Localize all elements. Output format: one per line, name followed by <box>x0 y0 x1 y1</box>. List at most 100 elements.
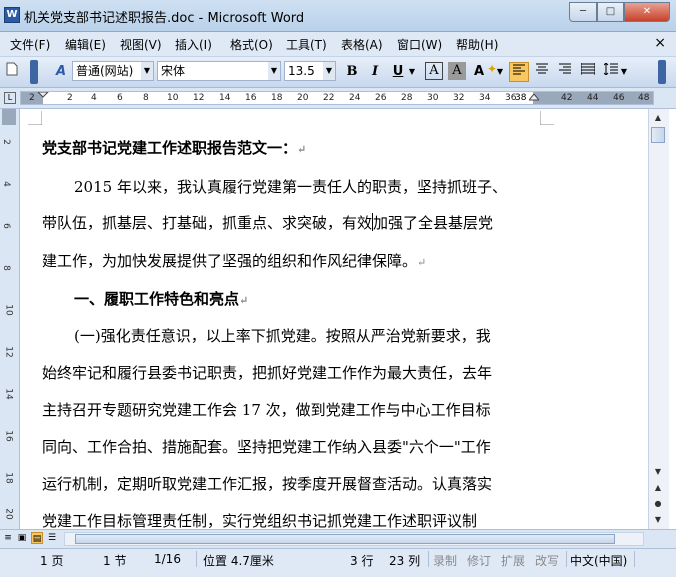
menu-tools[interactable]: 工具(T) <box>286 36 327 53</box>
ruler-number: 2 <box>67 93 73 103</box>
vruler-number: 4 <box>0 181 11 187</box>
bold-button[interactable]: B <box>343 62 361 82</box>
body-paragraph[interactable]: 主持召开专题研究党建工作会 17 次，做到党建工作与中心工作目标 <box>42 399 532 420</box>
ruler-number: 30 <box>427 93 439 103</box>
section-heading[interactable]: 一、履职工作特色和亮点↵ <box>74 288 564 309</box>
underline-dropdown[interactable]: ▼ <box>407 62 417 82</box>
toolbar-options-button[interactable] <box>658 60 666 84</box>
italic-button[interactable]: I <box>366 62 384 82</box>
body-paragraph[interactable]: 运行机制，定期听取党建工作汇报，按季度开展督查活动。认真落实 <box>42 473 532 494</box>
status-language[interactable]: 中文(中国) <box>570 552 627 569</box>
status-separator <box>428 551 429 567</box>
chevron-down-icon[interactable]: ▼ <box>323 62 335 80</box>
vruler-number: 6 <box>0 223 11 229</box>
horizontal-scroll-thumb[interactable] <box>75 534 615 544</box>
text-effect-dropdown[interactable]: ▼ <box>496 62 504 82</box>
status-overtype[interactable]: 改写 <box>535 552 559 569</box>
vruler-number: 8 <box>0 265 11 271</box>
vruler-number: 20 <box>3 508 14 520</box>
font-select[interactable]: 宋体 ▼ <box>157 61 281 81</box>
document-close-button[interactable]: × <box>654 35 666 51</box>
maximize-button[interactable]: □ <box>597 2 624 22</box>
status-line: 3 行 <box>350 554 374 568</box>
window-controls: ─ □ ✕ <box>569 2 670 22</box>
menu-file[interactable]: 文件(F) <box>10 36 50 53</box>
menu-view[interactable]: 视图(V) <box>120 36 162 53</box>
menu-bar: 文件(F) 编辑(E) 视图(V) 插入(I) 格式(O) 工具(T) 表格(A… <box>0 32 676 57</box>
text-effect-button[interactable]: A <box>470 62 488 82</box>
body-paragraph[interactable]: 同向、工作合拍、措施配套。坚持把党建工作纳入县委"六个一"工作 <box>42 436 532 457</box>
line-spacing-button[interactable] <box>601 62 621 82</box>
chevron-down-icon[interactable]: ▼ <box>141 62 153 80</box>
body-paragraph[interactable]: (一)强化责任意识，以上率下抓党建。按照从严治党新要求，我 <box>74 325 564 346</box>
character-border-button[interactable]: A <box>425 62 443 80</box>
print-layout-button[interactable]: ▤ <box>31 532 43 544</box>
paragraph-text: 一、履职工作特色和亮点 <box>74 290 240 308</box>
ruler-number: 10 <box>167 93 179 103</box>
new-document-button[interactable] <box>4 62 20 82</box>
menu-window[interactable]: 窗口(W) <box>397 36 442 53</box>
vertical-ruler[interactable]: 2 4 6 8 10 12 14 16 18 20 <box>0 109 20 529</box>
body-paragraph[interactable]: 带队伍，抓基层、打基础，抓重点、求突破，有效加强了全县基层党 <box>42 212 532 233</box>
horizontal-scrollbar[interactable] <box>64 532 644 546</box>
character-shading-button[interactable]: A <box>448 62 466 80</box>
body-paragraph[interactable]: 2015 年以来，我认真履行党建第一责任人的职责，坚持抓班子、 <box>74 176 564 197</box>
outline-view-button[interactable]: ☰ <box>46 532 58 544</box>
minimize-button[interactable]: ─ <box>569 2 597 22</box>
browse-object-button[interactable]: ● <box>651 497 665 511</box>
style-select[interactable]: 普通(网站) ▼ <box>72 61 154 81</box>
styles-pane-button[interactable]: A <box>52 62 70 82</box>
font-size-select[interactable]: 13.5 ▼ <box>284 61 336 81</box>
paragraph-mark: ↵ <box>239 294 249 307</box>
first-line-indent-marker[interactable] <box>37 92 49 104</box>
document-icon <box>6 62 18 76</box>
chevron-down-icon[interactable]: ▼ <box>268 62 280 80</box>
close-button[interactable]: ✕ <box>624 2 670 22</box>
menu-insert[interactable]: 插入(I) <box>175 36 212 53</box>
menu-edit[interactable]: 编辑(E) <box>65 36 106 53</box>
ruler-number: 2 <box>29 93 35 103</box>
align-center-icon <box>536 63 548 74</box>
tab-selector-button[interactable]: L <box>4 92 16 104</box>
align-left-button[interactable] <box>509 62 529 82</box>
body-paragraph[interactable]: 党建工作目标管理责任制，实行党组织书记抓党建工作述职评议制 <box>42 510 532 529</box>
doc-title-paragraph[interactable]: 党支部书记党建工作述职报告范文一：↵ <box>42 137 532 158</box>
scroll-up-button[interactable]: ▲ <box>651 111 665 125</box>
horizontal-ruler[interactable]: 2 2 4 6 8 10 12 14 16 18 20 22 24 26 28 … <box>20 91 654 105</box>
scroll-down-button[interactable]: ▼ <box>651 465 665 479</box>
paragraph-text: 主持召开专题研究党建工作会 17 次，做到党建工作与中心工作目标 <box>42 401 491 419</box>
toolbar-grip-left[interactable] <box>30 60 38 84</box>
underline-button[interactable]: U <box>389 62 407 82</box>
word-app-icon[interactable]: W <box>4 7 20 23</box>
document-page[interactable]: 党支部书记党建工作述职报告范文一：↵ 2015 年以来，我认真履行党建第一责任人… <box>20 109 647 529</box>
vruler-number: 10 <box>3 304 14 316</box>
align-right-button[interactable] <box>555 62 575 82</box>
vruler-number: 2 <box>0 139 11 145</box>
vertical-scroll-thumb[interactable] <box>651 127 665 143</box>
web-layout-button[interactable]: ▣ <box>16 532 28 544</box>
double-arrow-down-icon: ▼ <box>654 515 662 524</box>
menu-help[interactable]: 帮助(H) <box>456 36 498 53</box>
status-page-of: 1/16 <box>154 552 181 566</box>
status-record[interactable]: 录制 <box>433 552 457 569</box>
status-position: 位置 4.7厘米 <box>203 554 274 568</box>
ruler-number: 28 <box>401 93 413 103</box>
right-indent-marker[interactable] <box>529 94 539 104</box>
distributed-align-button[interactable] <box>578 62 598 82</box>
status-extend[interactable]: 扩展 <box>501 552 525 569</box>
vertical-scrollbar[interactable]: ▲ ▼ ▲ ● ▼ <box>648 109 669 529</box>
normal-view-button[interactable]: ≡ <box>2 532 14 544</box>
ruler-number: 20 <box>297 93 309 103</box>
menu-format[interactable]: 格式(O) <box>230 36 273 53</box>
body-paragraph[interactable]: 建工作，为加快发展提供了坚强的组织和作风纪律保障。↵ <box>42 250 532 271</box>
body-paragraph[interactable]: 始终牢记和履行县委书记职责，把抓好党建工作作为最大责任，去年 <box>42 362 532 383</box>
align-center-button[interactable] <box>532 62 552 82</box>
outline-view-icon: ☰ <box>47 533 57 543</box>
previous-page-button[interactable]: ▲ <box>651 481 665 495</box>
line-spacing-dropdown[interactable]: ▼ <box>620 62 628 82</box>
align-right-icon <box>559 63 571 74</box>
ruler-number: 16 <box>245 93 257 103</box>
status-track-changes[interactable]: 修订 <box>467 552 491 569</box>
next-page-button[interactable]: ▼ <box>651 513 665 527</box>
menu-table[interactable]: 表格(A) <box>341 36 383 53</box>
